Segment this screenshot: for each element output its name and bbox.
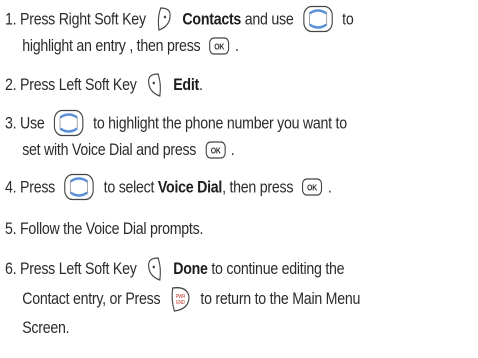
svg-text:OK: OK (307, 183, 318, 193)
step-6: 6. Press Left Soft Key Done to continue … (5, 256, 407, 342)
step-4: 4. Press to select Voice Dial, then pres… (5, 173, 407, 201)
step-number: 1. (5, 10, 17, 29)
done-label: Done (173, 260, 208, 278)
step-5: 5. Follow the Voice Dial prompts. (5, 220, 204, 238)
step-1: 1. Press Right Soft Key Contacts and use… (5, 5, 407, 60)
step-number: 6. (5, 260, 17, 278)
svg-text:END: END (176, 299, 185, 304)
end-power-key-icon: PWR END (169, 285, 191, 313)
instruction-page: 1. Press Right Soft Key Contacts and use… (0, 0, 478, 358)
step-number: 5. (5, 220, 17, 238)
ok-key-icon: OK (205, 140, 226, 159)
step-number: 2. (5, 76, 17, 94)
step-number: 4. (5, 178, 17, 197)
svg-text:PWR: PWR (176, 293, 186, 298)
navigation-key-icon (53, 109, 84, 137)
step-3: 3. Use to highlight the phone number you… (5, 109, 407, 164)
contacts-label: Contacts (182, 10, 242, 29)
ok-key-icon: OK (302, 178, 323, 196)
voice-dial-label: Voice Dial (157, 178, 223, 197)
left-soft-key-icon (145, 72, 164, 98)
right-soft-key-icon (155, 6, 174, 32)
left-soft-key-icon (145, 256, 164, 282)
navigation-key-icon (302, 5, 333, 33)
step-2: 2. Press Left Soft Key Edit. (5, 72, 407, 99)
svg-text:OK: OK (210, 146, 221, 156)
svg-text:OK: OK (215, 42, 226, 52)
edit-label: Edit (173, 76, 199, 94)
ok-key-icon: OK (209, 36, 230, 55)
step-number: 3. (5, 114, 17, 133)
navigation-key-icon (64, 173, 95, 201)
